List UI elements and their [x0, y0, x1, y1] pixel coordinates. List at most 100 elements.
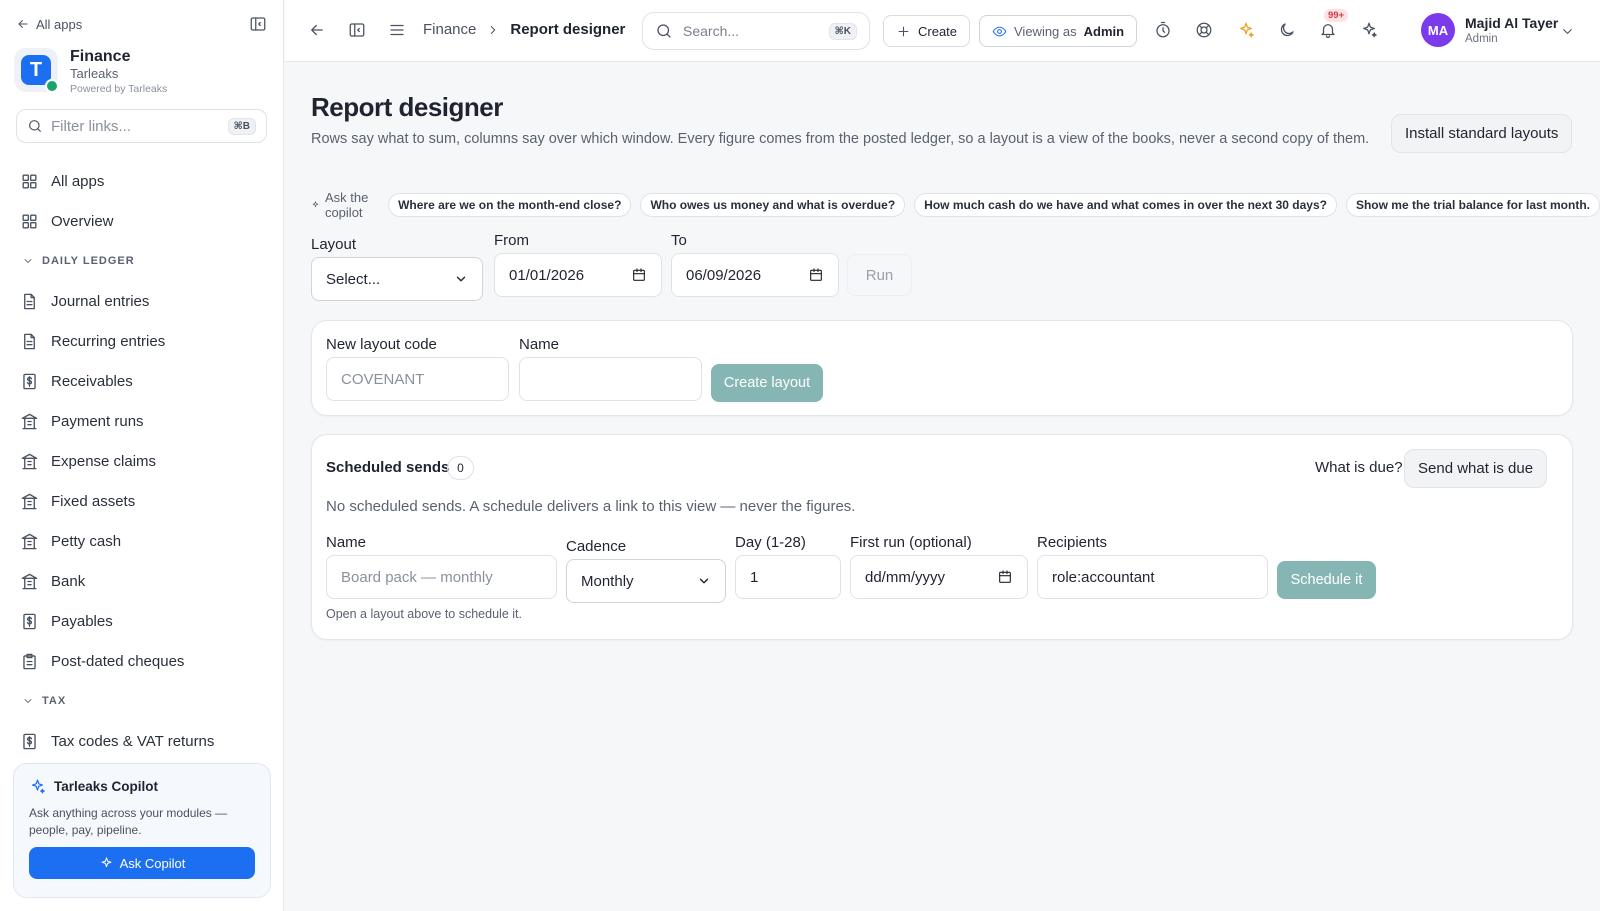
- sidebar-item-overview[interactable]: Overview: [0, 201, 283, 241]
- section-title: DAILY LEDGER: [42, 255, 135, 267]
- chevron-down-icon[interactable]: [1560, 24, 1575, 39]
- panel-toggle-icon[interactable]: [348, 21, 366, 39]
- scheduled-sends-empty-text: No scheduled sends. A schedule delivers …: [326, 498, 856, 515]
- create-button[interactable]: Create: [883, 15, 971, 47]
- suggestion-chip[interactable]: Show me the trial balance for last month…: [1345, 193, 1600, 217]
- sidebar-item-fixed-assets[interactable]: Fixed assets: [0, 481, 283, 521]
- send-what-is-due-button[interactable]: Send what is due: [1404, 449, 1548, 488]
- layout-select[interactable]: Select...: [311, 257, 483, 301]
- sidebar-collapse-icon[interactable]: [249, 15, 267, 33]
- document-icon: [24, 333, 35, 349]
- first-run-date-input[interactable]: dd/mm/yyyy: [850, 555, 1028, 599]
- brand: T Finance Tarleaks Powered by Tarleaks: [0, 48, 283, 95]
- schedule-name-placeholder: Board pack — monthly: [341, 568, 493, 586]
- viewing-as-button[interactable]: Viewing as Admin: [979, 15, 1138, 47]
- new-layout-code-placeholder: COVENANT: [341, 370, 425, 388]
- sidebar-item-journal-entries[interactable]: Journal entries: [0, 281, 283, 321]
- top-header: Finance Report designer Search... ⌘K Cre…: [285, 0, 1600, 62]
- new-layout-name-label: Name: [519, 336, 560, 353]
- to-date-input[interactable]: 06/09/2026: [671, 253, 839, 297]
- ai-sparkle-icon[interactable]: [1237, 21, 1255, 39]
- sidebar-item-all-apps[interactable]: All apps: [0, 161, 283, 201]
- sidebar-section-tax[interactable]: TAX: [0, 681, 283, 721]
- chevron-down-icon: [24, 699, 32, 703]
- suggestion-chip[interactable]: Who owes us money and what is overdue?: [640, 193, 906, 217]
- ask-copilot-button[interactable]: Ask Copilot: [29, 847, 255, 879]
- brand-logo: T: [14, 48, 59, 93]
- brand-status-dot: [45, 79, 59, 93]
- chevron-down-icon: [699, 578, 709, 584]
- day-label: Day (1-28): [735, 534, 806, 551]
- create-layout-button[interactable]: Create layout: [711, 364, 823, 402]
- sidebar: All apps T Finance Tarleaks Powered by T…: [0, 0, 284, 911]
- sidebar-item-expense-claims[interactable]: Expense claims: [0, 441, 283, 481]
- sidebar-item-label: Expense claims: [51, 452, 157, 470]
- recipients-label: Recipients: [1037, 534, 1108, 551]
- chevron-right-icon: [491, 25, 496, 34]
- scheduled-sends-title: Scheduled sends: [326, 459, 450, 476]
- copilot-suggestions: Ask the copilot Where are we on the mont…: [311, 190, 1600, 220]
- notifications-bell-icon[interactable]: [1319, 21, 1337, 39]
- from-date-input[interactable]: 01/01/2026: [494, 253, 662, 297]
- user-name: Majid Al Tayer: [1465, 15, 1559, 31]
- sparkle-icon: [101, 856, 112, 867]
- sidebar-item-bank[interactable]: Bank: [0, 561, 283, 601]
- from-date-value: 01/01/2026: [509, 266, 585, 284]
- page-subtitle: Rows say what to sum, columns say over w…: [311, 131, 1370, 147]
- breadcrumb-current: Report designer: [510, 21, 626, 38]
- sidebar-item-tax-codes[interactable]: Tax codes & VAT returns: [0, 721, 283, 761]
- timer-icon[interactable]: [1154, 21, 1172, 39]
- filter-links-input[interactable]: Filter links... ⌘B: [16, 109, 267, 143]
- new-layout-code-input[interactable]: COVENANT: [326, 357, 509, 401]
- day-input[interactable]: 1: [735, 555, 841, 599]
- sidebar-item-post-dated-cheques[interactable]: Post-dated cheques: [0, 641, 283, 681]
- scheduled-sends-count: 0: [447, 456, 474, 480]
- install-standard-layouts-button[interactable]: Install standard layouts: [1391, 114, 1573, 153]
- back-arrow-icon[interactable]: [308, 21, 326, 39]
- user-role: Admin: [1465, 33, 1498, 45]
- from-label: From: [494, 232, 529, 249]
- first-run-label: First run (optional): [850, 534, 972, 551]
- sidebar-item-label: Petty cash: [51, 532, 122, 550]
- create-label: Create: [918, 23, 958, 39]
- schedule-name-input[interactable]: Board pack — monthly: [326, 555, 557, 599]
- run-button[interactable]: Run: [847, 254, 912, 296]
- sidebar-item-payment-runs[interactable]: Payment runs: [0, 401, 283, 441]
- document-icon: [24, 293, 35, 309]
- suggestion-chip[interactable]: Where are we on the month-end close?: [388, 193, 632, 217]
- what-is-due-button[interactable]: What is due?: [1315, 459, 1403, 476]
- new-layout-card: New layout code COVENANT Name Create lay…: [311, 320, 1573, 416]
- cadence-select-value: Monthly: [581, 572, 634, 590]
- brand-org: Tarleaks: [70, 66, 119, 81]
- breadcrumb-finance[interactable]: Finance: [423, 21, 476, 38]
- all-apps-back-link[interactable]: All apps: [16, 17, 82, 32]
- dark-mode-moon-icon[interactable]: [1278, 21, 1296, 39]
- day-value: 1: [750, 568, 759, 586]
- all-apps-link-label: All apps: [36, 16, 83, 32]
- menu-icon[interactable]: [388, 21, 406, 39]
- copilot-sparkle-icon[interactable]: [1360, 21, 1378, 39]
- schedule-name-label: Name: [326, 534, 367, 551]
- sidebar-section-daily-ledger[interactable]: DAILY LEDGER: [0, 241, 283, 281]
- filter-links-placeholder: Filter links...: [51, 117, 132, 135]
- sidebar-item-recurring-entries[interactable]: Recurring entries: [0, 321, 283, 361]
- calendar-icon: [633, 268, 645, 281]
- new-layout-code-label: New layout code: [326, 336, 437, 353]
- sidebar-top: All apps: [0, 0, 283, 48]
- eye-icon: [992, 26, 1007, 36]
- new-layout-name-input[interactable]: [519, 357, 702, 401]
- sidebar-item-petty-cash[interactable]: Petty cash: [0, 521, 283, 561]
- sidebar-item-receivables[interactable]: Receivables: [0, 361, 283, 401]
- user-avatar[interactable]: MA: [1421, 13, 1455, 47]
- cadence-select[interactable]: Monthly: [566, 559, 726, 603]
- suggestion-chip[interactable]: How much cash do we have and what comes …: [914, 193, 1337, 217]
- main-content: Report designer Rows say what to sum, co…: [285, 62, 1600, 911]
- global-search-input[interactable]: Search... ⌘K: [642, 12, 870, 50]
- sidebar-item-label: Bank: [51, 572, 86, 590]
- sidebar-item-payables[interactable]: Payables: [0, 601, 283, 641]
- help-lifebuoy-icon[interactable]: [1195, 21, 1213, 39]
- copilot-card-title-text: Tarleaks Copilot: [54, 779, 159, 794]
- sidebar-item-label: Payables: [51, 612, 113, 630]
- recipients-input[interactable]: role:accountant: [1037, 555, 1268, 599]
- schedule-it-button[interactable]: Schedule it: [1277, 561, 1376, 599]
